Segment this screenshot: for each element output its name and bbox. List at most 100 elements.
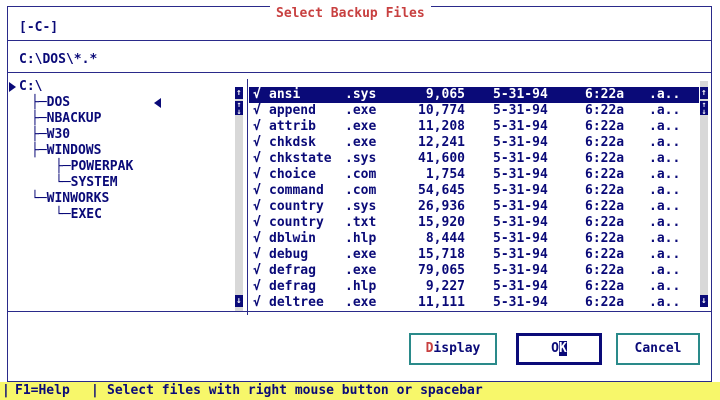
file-name: defrag [269,279,316,294]
file-attr: .a.. [649,247,681,262]
file-attr: .a.. [649,183,681,198]
file-name: append [269,103,316,118]
tree-marker-icon [9,82,16,92]
file-name: choice [269,167,316,182]
check-icon: √ [253,199,261,214]
file-time: 6:22a [585,279,625,294]
file-name: country [269,199,324,214]
file-attr: .a.. [649,295,681,310]
tree-item[interactable]: ├─NBACKUP [31,111,101,127]
tree-connector: ├─ [31,143,47,158]
file-row[interactable]: √ deltree .exe 11,111 5-31-94 6:22a .a.. [249,295,699,311]
file-row[interactable]: √ choice .com 1,754 5-31-94 6:22a .a.. [249,167,699,183]
text-cursor: K [559,341,567,356]
file-row[interactable]: √ country .txt 15,920 5-31-94 6:22a .a.. [249,215,699,231]
ok-button[interactable]: OK [516,333,602,365]
file-size: 9,065 [425,87,465,102]
file-time: 6:22a [585,263,625,278]
file-ext: .exe [345,295,377,310]
tree-scroll-down-icon[interactable]: ↓ [235,295,243,307]
tree-item[interactable]: ├─WINDOWS [31,143,101,159]
file-size: 1,754 [425,167,465,182]
file-size: 41,600 [418,151,465,166]
file-ext: .sys [345,199,377,214]
file-row[interactable]: √ chkdsk .exe 12,241 5-31-94 6:22a .a.. [249,135,699,151]
file-date: 5-31-94 [493,279,548,294]
file-list: √ ansi .sys 9,065 5-31-94 6:22a .a.. √ append .ex… [249,79,708,311]
tree-item[interactable]: └─WINWORKS [31,191,109,207]
file-date: 5-31-94 [493,103,548,118]
file-name: attrib [269,119,316,134]
check-icon: √ [253,151,261,166]
drive-selector[interactable]: [-C-] [19,20,58,35]
tree-item[interactable]: └─EXEC [55,207,102,223]
file-time: 6:22a [585,247,625,262]
tree-connector: └─ [55,207,71,222]
tree-item-label: POWERPAK [70,159,134,174]
file-time: 6:22a [585,151,625,166]
tree-scroll-thumb[interactable]: ↑ ↓ [235,101,243,116]
file-attr: .a.. [649,103,681,118]
file-name: debug [269,247,309,262]
file-name: chkstate [269,151,332,166]
file-row[interactable]: √ command .com 54,645 5-31-94 6:22a .a.. [249,183,699,199]
file-size: 12,241 [418,135,465,150]
tree-connector: └─ [31,191,47,206]
current-dir-icon [154,98,161,108]
file-scroll-down-icon[interactable]: ↓ [700,295,708,307]
tree-item[interactable]: ├─DOS [31,95,70,111]
help-hint[interactable]: F1=Help [15,382,70,400]
status-separator: | [2,383,10,398]
file-row[interactable]: √ ansi .sys 9,065 5-31-94 6:22a .a.. [249,87,699,103]
file-ext: .sys [345,151,377,166]
path-field[interactable]: C:\DOS\*.* [19,52,97,67]
file-date: 5-31-94 [493,247,548,262]
file-date: 5-31-94 [493,215,548,230]
tree-connector: ├─ [31,95,47,110]
file-scroll-up-icon[interactable]: ↑ [700,87,708,99]
cancel-button[interactable]: Cancel [616,333,700,365]
file-attr: .a.. [649,151,681,166]
check-icon: √ [253,103,261,118]
file-ext: .hlp [345,231,377,246]
directory-tree: C:\ ├─DOS ├─NBACKUP ├─W30 ├─WINDOWS ├─POWERPA… [8,79,246,315]
status-message: Select files with right mouse button or … [107,383,483,398]
file-scroll-thumb[interactable]: ↑ ↓ [700,101,708,116]
tree-scroll-up-icon[interactable]: ↑ [235,87,243,99]
tree-item-label: DOS [46,95,71,110]
file-row[interactable]: √ defrag .exe 79,065 5-31-94 6:22a .a.. [249,263,699,279]
file-time: 6:22a [585,231,625,246]
file-size: 8,444 [425,231,465,246]
backup-dialog: Select Backup Files [-C-] C:\DOS\*.* C:\… [7,6,712,382]
file-time: 6:22a [585,167,625,182]
file-size: 54,645 [418,183,465,198]
file-ext: .hlp [345,279,377,294]
file-row[interactable]: √ chkstate .sys 41,600 5-31-94 6:22a .a.. [249,151,699,167]
file-size: 11,208 [418,119,465,134]
file-row[interactable]: √ attrib .exe 11,208 5-31-94 6:22a .a.. [249,119,699,135]
tree-item[interactable]: └─SYSTEM [55,175,118,191]
display-button[interactable]: Display [409,333,497,365]
tree-item-label: C:\ [19,79,43,94]
file-attr: .a.. [649,199,681,214]
file-size: 10,774 [418,103,465,118]
file-row[interactable]: √ dblwin .hlp 8,444 5-31-94 6:22a .a.. [249,231,699,247]
file-row[interactable]: √ debug .exe 15,718 5-31-94 6:22a .a.. [249,247,699,263]
file-row[interactable]: √ country .sys 26,936 5-31-94 6:22a .a.. [249,199,699,215]
file-row[interactable]: √ defrag .hlp 9,227 5-31-94 6:22a .a.. [249,279,699,295]
check-icon: √ [253,247,261,262]
tree-item[interactable]: ├─POWERPAK [55,159,133,175]
file-name: chkdsk [269,135,316,150]
file-ext: .exe [345,263,377,278]
tree-scrollbar[interactable] [235,89,243,311]
separator [8,40,711,41]
file-row[interactable]: √ append .exe 10,774 5-31-94 6:22a .a.. [249,103,699,119]
tree-item[interactable]: ├─W30 [31,127,70,143]
file-time: 6:22a [585,87,625,102]
file-ext: .com [345,183,377,198]
file-date: 5-31-94 [493,199,548,214]
tree-item[interactable]: C:\ [19,79,42,95]
check-icon: √ [253,167,261,182]
check-icon: √ [253,263,261,278]
file-date: 5-31-94 [493,119,548,134]
